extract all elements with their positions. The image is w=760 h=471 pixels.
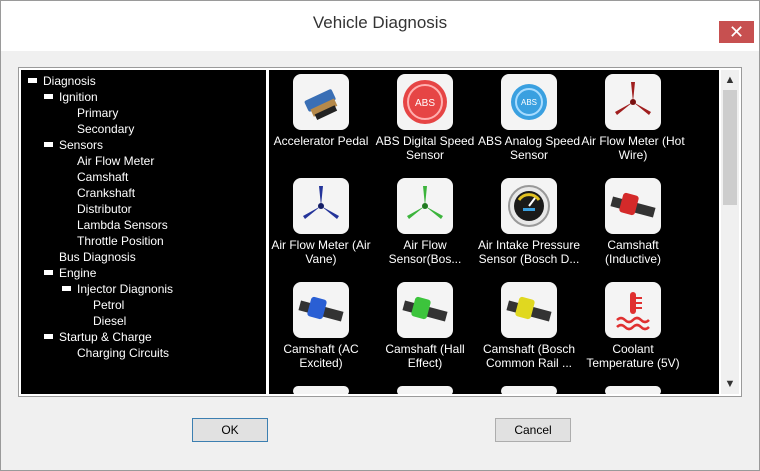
collapse-icon[interactable] bbox=[62, 286, 71, 293]
partial-tile-icon bbox=[501, 386, 557, 394]
collapse-icon[interactable] bbox=[44, 142, 53, 149]
partial-tile-icon bbox=[605, 386, 661, 394]
content-area: Diagnosis Ignition Primary Secondary Sen… bbox=[18, 67, 742, 397]
tree-item-distributor[interactable]: Distributor bbox=[77, 202, 132, 216]
tree-item-crankshaft[interactable]: Crankshaft bbox=[77, 186, 135, 200]
tree-item-charging-circuits[interactable]: Charging Circuits bbox=[77, 346, 169, 360]
scrollbar-thumb[interactable] bbox=[723, 90, 737, 205]
propeller-icon bbox=[397, 178, 453, 234]
propeller-icon bbox=[293, 178, 349, 234]
abs-digital-icon: ABS bbox=[397, 74, 453, 130]
tree-item-diagnosis[interactable]: Diagnosis bbox=[28, 74, 96, 88]
tree-item-camshaft[interactable]: Camshaft bbox=[77, 170, 128, 184]
tree-item-bus-diagnosis[interactable]: Bus Diagnosis bbox=[59, 250, 136, 264]
cancel-button[interactable]: Cancel bbox=[495, 418, 571, 442]
title-bar: Vehicle Diagnosis ✕ bbox=[1, 1, 759, 51]
abs-analog-icon: ABS bbox=[501, 74, 557, 130]
tree-item-sensors[interactable]: Sensors bbox=[44, 138, 103, 152]
tree-item-lambda-sensors[interactable]: Lambda Sensors bbox=[77, 218, 168, 232]
svg-text:ABS: ABS bbox=[415, 98, 435, 109]
tree-item-air-flow-meter[interactable]: Air Flow Meter bbox=[77, 154, 154, 168]
tree-item-injector-diagnosis[interactable]: Injector Diagnonis bbox=[62, 282, 173, 296]
collapse-icon[interactable] bbox=[28, 78, 37, 85]
ok-button[interactable]: OK bbox=[192, 418, 268, 442]
coolant-temperature-icon bbox=[605, 282, 661, 338]
vehicle-diagnosis-window: Vehicle Diagnosis ✕ Diagnosis Ignition P… bbox=[0, 0, 760, 471]
accelerator-pedal-icon bbox=[293, 74, 349, 130]
tree-item-primary[interactable]: Primary bbox=[77, 106, 118, 120]
tree-item-engine[interactable]: Engine bbox=[44, 266, 96, 280]
camshaft-icon bbox=[501, 282, 557, 338]
scroll-up-icon[interactable]: ▲ bbox=[721, 73, 739, 87]
partial-tile-icon bbox=[397, 386, 453, 394]
propeller-icon bbox=[605, 74, 661, 130]
tree-item-secondary[interactable]: Secondary bbox=[77, 122, 134, 136]
camshaft-icon bbox=[397, 282, 453, 338]
collapse-icon[interactable] bbox=[44, 334, 53, 341]
tree-item-diesel[interactable]: Diesel bbox=[93, 314, 126, 328]
collapse-icon[interactable] bbox=[44, 270, 53, 277]
window-title: Vehicle Diagnosis bbox=[312, 13, 448, 32]
camshaft-icon bbox=[605, 178, 661, 234]
partial-tile-icon bbox=[293, 386, 349, 394]
tree-item-petrol[interactable]: Petrol bbox=[93, 298, 124, 312]
tree-item-ignition[interactable]: Ignition bbox=[44, 90, 98, 104]
diagnosis-tree: Diagnosis Ignition Primary Secondary Sen… bbox=[21, 70, 266, 394]
camshaft-icon bbox=[293, 282, 349, 338]
scroll-down-icon[interactable]: ▼ bbox=[721, 377, 739, 391]
grid-scrollbar[interactable]: ▲ ▼ bbox=[721, 70, 739, 394]
pressure-gauge-icon bbox=[501, 178, 557, 234]
tree-item-throttle-position[interactable]: Throttle Position bbox=[77, 234, 164, 248]
tree-item-startup-charge[interactable]: Startup & Charge bbox=[44, 330, 152, 344]
close-button[interactable]: ✕ bbox=[719, 21, 754, 43]
test-tile-grid: Accelerator Pedal ABS ABS Digital Speed S… bbox=[269, 70, 719, 394]
collapse-icon[interactable] bbox=[44, 94, 53, 101]
svg-text:ABS: ABS bbox=[521, 98, 537, 107]
